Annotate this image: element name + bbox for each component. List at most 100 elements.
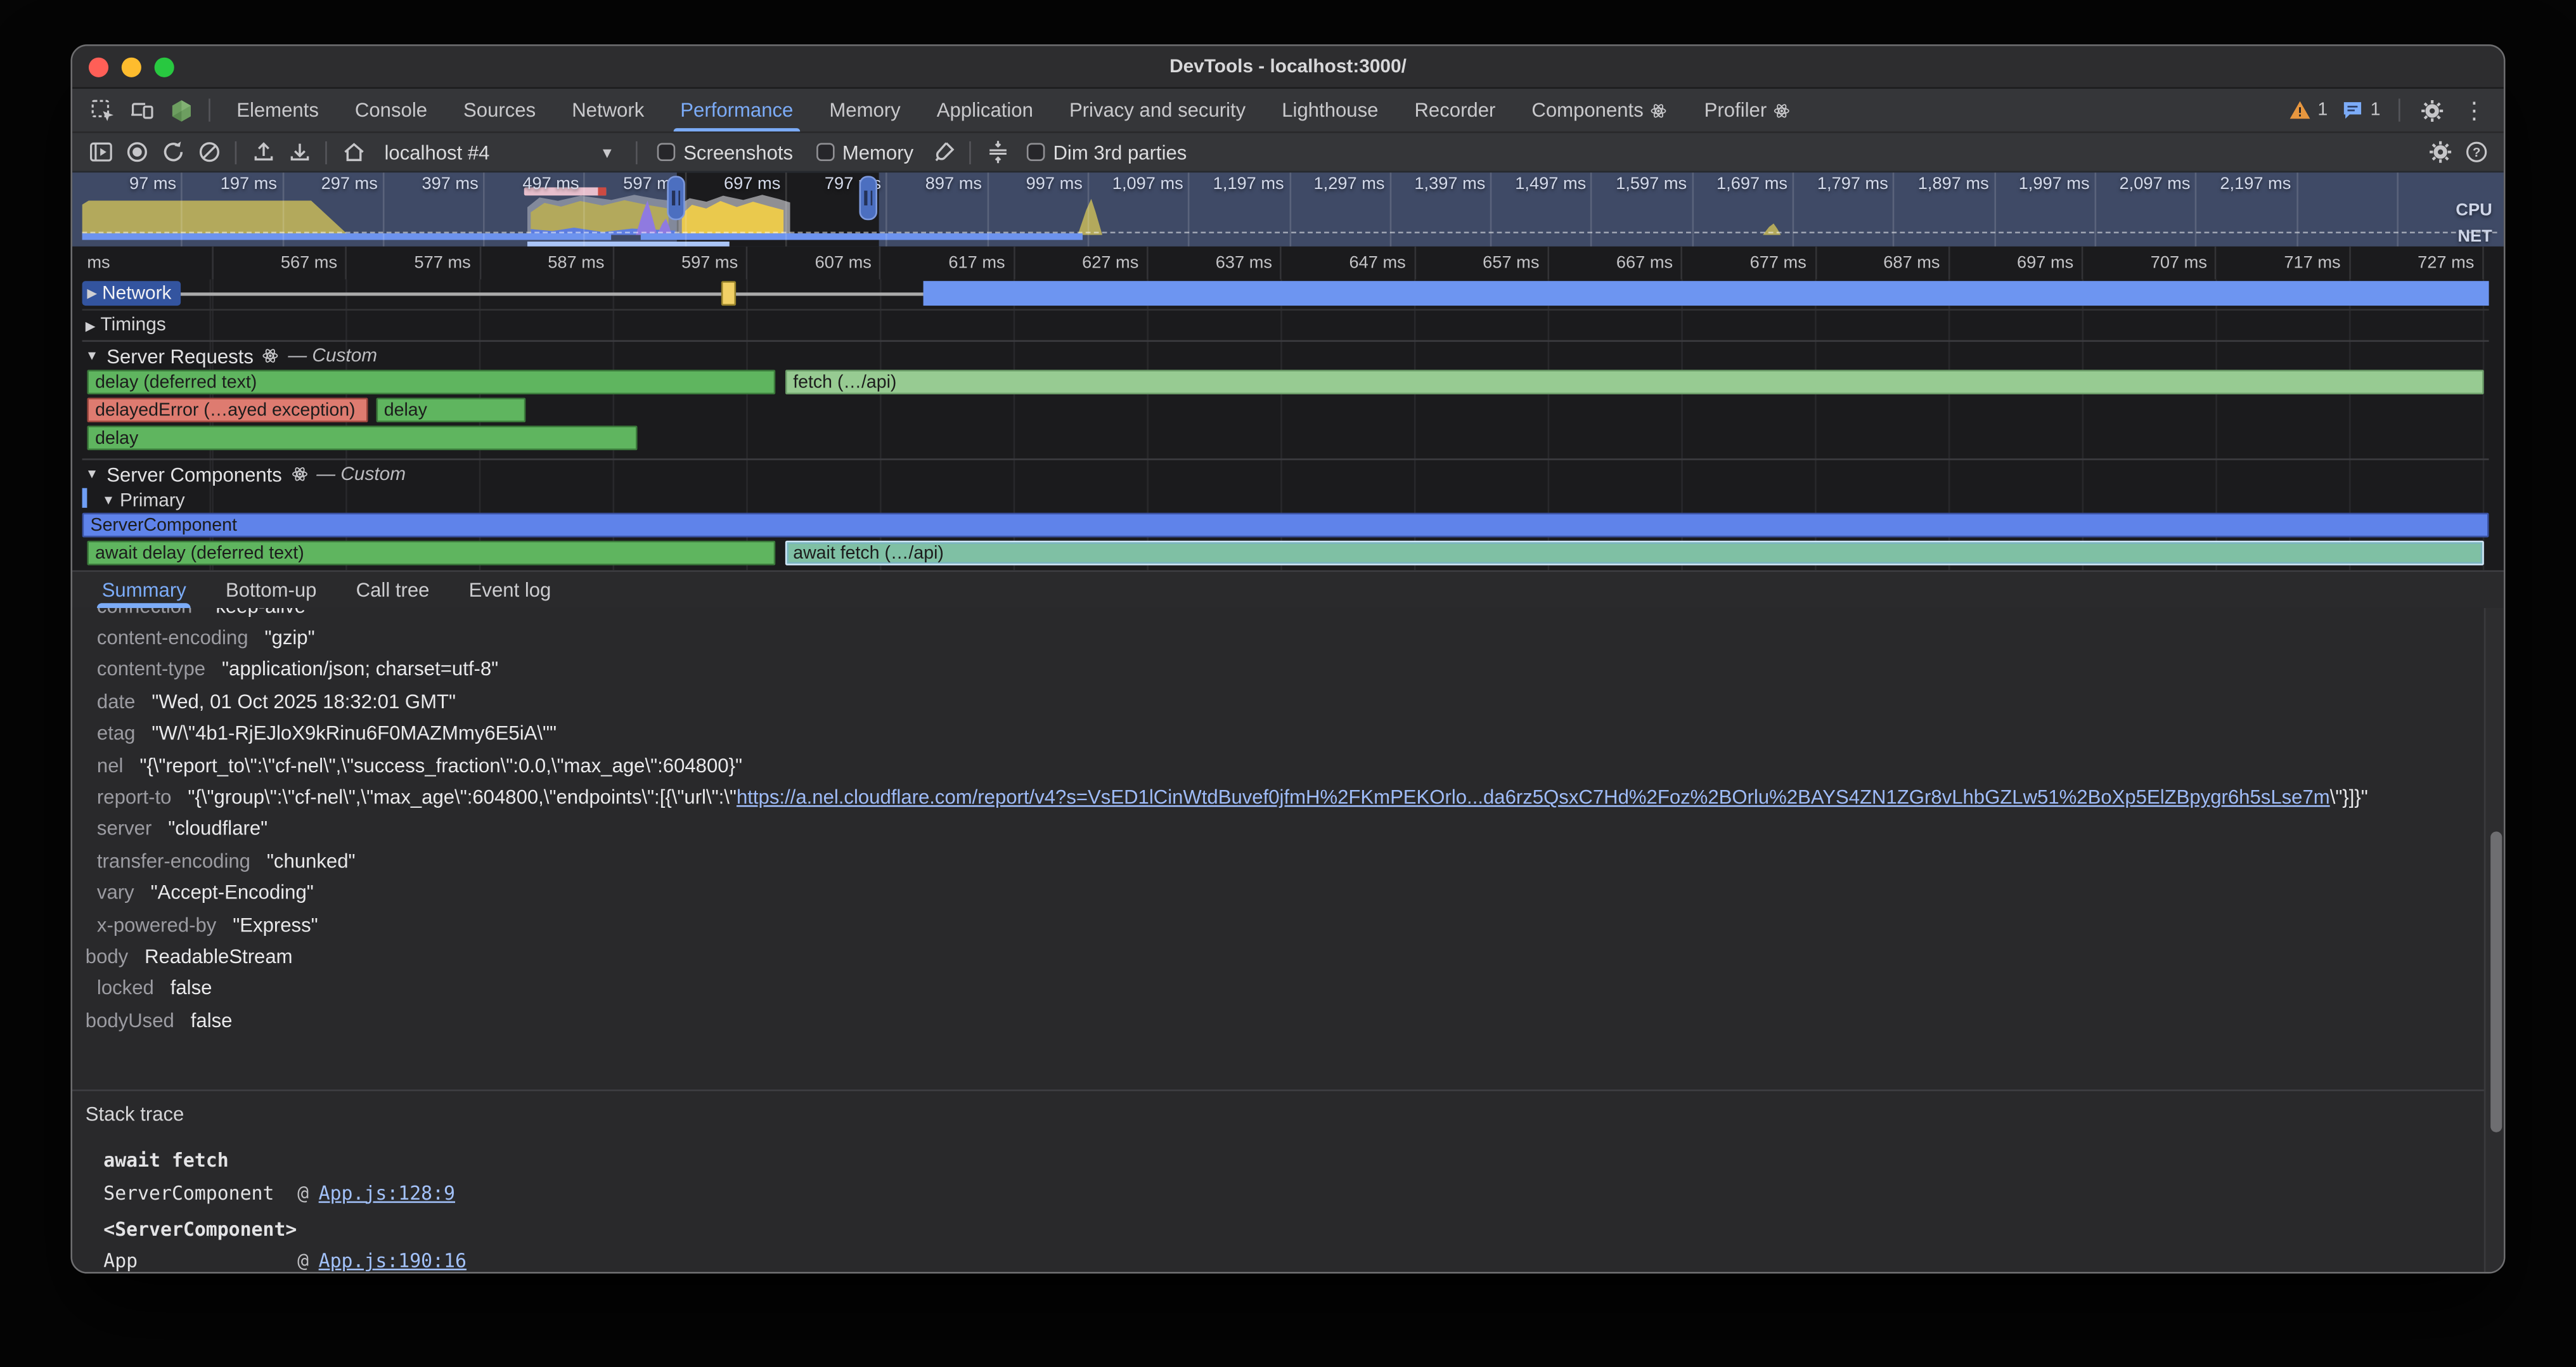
clear-icon[interactable] — [191, 136, 227, 169]
ruler-tick: 697 ms — [1950, 247, 2083, 280]
help-icon[interactable]: ? — [2457, 136, 2494, 169]
timeline-event-label: delay (deferred text) — [89, 372, 257, 392]
minimize-button[interactable] — [122, 56, 141, 76]
net-bar — [82, 233, 612, 240]
overview-tick-label: 197 ms — [221, 174, 277, 194]
property-key: locked — [97, 977, 154, 1000]
group-label: Primary — [120, 491, 185, 510]
tab-sources[interactable]: Sources — [446, 89, 554, 131]
upload-profile-icon[interactable] — [245, 136, 281, 169]
checkbox-box[interactable] — [1027, 143, 1045, 161]
tab-event-log[interactable]: Event log — [449, 572, 571, 608]
zoom-button[interactable] — [155, 56, 174, 76]
chevron-down-icon: ▼ — [86, 467, 99, 481]
device-toolbar-icon[interactable] — [122, 89, 161, 131]
timeline-event-delayederror-ayed-exception[interactable]: delayedError (…ayed exception) — [87, 398, 368, 422]
timeline-event-await-delay-deferred-text[interactable]: await delay (deferred text) — [87, 541, 775, 566]
network-request-queued-bar[interactable] — [721, 281, 736, 306]
toggle-sidebar-icon[interactable] — [82, 136, 119, 169]
tab-recorder[interactable]: Recorder — [1396, 89, 1514, 131]
timeline-event-servercomponent[interactable]: ServerComponent — [82, 513, 2489, 538]
stack-frame-location-link[interactable]: App.js:190:16 — [319, 1250, 467, 1273]
checkbox-box[interactable] — [816, 143, 834, 161]
timeline-event-delay[interactable]: delay — [87, 425, 638, 450]
detail-ruler: ms567 ms577 ms587 ms597 ms607 ms617 ms62… — [82, 247, 2489, 280]
tab-call-tree[interactable]: Call tree — [337, 572, 449, 608]
report-endpoint-link[interactable]: https://a.nel.cloudflare.com/report/v4?s… — [737, 786, 2330, 808]
selection-handle-right[interactable] — [860, 176, 878, 220]
more-options-kebab-icon[interactable]: ⋮ — [2454, 96, 2494, 124]
selection-handle-left[interactable] — [667, 176, 685, 220]
collect-garbage-brush-icon[interactable] — [925, 136, 961, 169]
download-profile-icon[interactable] — [281, 136, 317, 169]
tab-profiler[interactable]: Profiler — [1686, 89, 1809, 131]
ruler-tick-label: 697 ms — [2017, 253, 2073, 273]
home-icon[interactable] — [335, 136, 371, 169]
track-header-network[interactable]: ▶ Network — [82, 281, 181, 306]
screenshots-checkbox[interactable]: Screenshots — [657, 141, 793, 164]
timeline-event-label: await delay (deferred text) — [89, 543, 304, 563]
history-select[interactable]: localhost #4 ▼ — [375, 139, 624, 165]
property-value: "{\"report_to\":\"cf-nel\",\"success_fra… — [139, 754, 742, 777]
ruler-tick: 657 ms — [1415, 247, 1549, 280]
network-request-bar[interactable] — [924, 281, 2489, 306]
record-icon[interactable] — [119, 136, 155, 169]
property-key: connection — [97, 608, 192, 618]
property-key: nel — [97, 754, 124, 777]
timeline-event-await-fetch-api[interactable]: await fetch (…/api) — [785, 541, 2484, 566]
inspect-element-icon[interactable] — [82, 89, 122, 131]
summary-property-row: content-type"application/json; charset=u… — [97, 654, 2504, 685]
timings-track[interactable]: ▶ Timings — [82, 309, 2489, 340]
issues-count: 1 — [2371, 100, 2381, 120]
timeline-event-fetch-api[interactable]: fetch (…/api) — [785, 370, 2484, 394]
stack-frame: <ServerComponent> — [72, 1213, 2504, 1245]
tab-network[interactable]: Network — [554, 89, 662, 131]
track-header-server-requests[interactable]: ▼ Server Requests — Custom — [82, 340, 2489, 370]
timeline-event-delay[interactable]: delay — [376, 398, 525, 422]
tab-elements[interactable]: Elements — [219, 89, 337, 131]
overview-tick-label: 1,297 ms — [1314, 174, 1385, 194]
reload-record-icon[interactable] — [155, 136, 191, 169]
close-button[interactable] — [89, 56, 108, 76]
network-track[interactable]: ▶ Network — [82, 280, 2489, 309]
overview-tick-label: 1,797 ms — [1817, 174, 1888, 194]
node-icon[interactable] — [161, 89, 200, 131]
scrollbar-thumb[interactable] — [2490, 831, 2501, 1132]
tab-application[interactable]: Application — [918, 89, 1051, 131]
issues-message-icon[interactable] — [2338, 99, 2367, 122]
warning-icon[interactable] — [2285, 99, 2315, 122]
panel-settings-gear-icon[interactable] — [2421, 136, 2457, 169]
stack-frame-location-link[interactable]: App.js:128:9 — [319, 1181, 455, 1203]
memory-checkbox[interactable]: Memory — [816, 141, 913, 164]
server-components-lane: ServerComponent await delay (deferred tex… — [82, 513, 2489, 567]
divider — [235, 141, 237, 164]
ruler-tick-label: 567 ms — [281, 253, 337, 273]
tab-memory[interactable]: Memory — [811, 89, 918, 131]
tab-components[interactable]: Components — [1514, 89, 1686, 131]
performance-toolbar: localhost #4 ▼ Screenshots Memory Dim 3r… — [72, 131, 2504, 171]
tab-performance[interactable]: Performance — [662, 89, 811, 131]
server-components-group-row[interactable]: ▼ Primary — [82, 488, 2489, 513]
checkbox-box[interactable] — [657, 143, 676, 161]
overview-tick-label: 1,997 ms — [2019, 174, 2090, 194]
ruler-tick-label: 607 ms — [815, 253, 872, 273]
settings-gear-icon[interactable] — [2412, 98, 2451, 122]
timeline-overview[interactable]: 97 ms197 ms297 ms397 ms497 ms597 ms697 m… — [72, 171, 2504, 247]
dim-3rd-parties-checkbox[interactable]: Dim 3rd parties — [1027, 141, 1187, 164]
collapse-sections-icon[interactable] — [979, 136, 1015, 169]
track-header-server-components[interactable]: ▼ Server Components — Custom — [82, 458, 2489, 488]
tab-lighthouse[interactable]: Lighthouse — [1264, 89, 1396, 131]
property-value: "Wed, 01 Oct 2025 18:32:01 GMT" — [151, 690, 456, 713]
panel-tabs: ElementsConsoleSourcesNetworkPerformance… — [219, 89, 1810, 131]
overview-tick-label: 2,197 ms — [2220, 174, 2291, 194]
overview-tick-label: 1,097 ms — [1112, 174, 1183, 194]
tab-bar-right: 1 1 ⋮ — [2285, 89, 2504, 131]
property-value: ReadableStream — [145, 945, 292, 968]
scrollbar-track[interactable] — [2484, 608, 2504, 1274]
tab-bottom-up[interactable]: Bottom-up — [206, 572, 337, 608]
ruler-tick-label: 687 ms — [1883, 253, 1940, 273]
tab-summary[interactable]: Summary — [82, 572, 206, 608]
tab-console[interactable]: Console — [337, 89, 445, 131]
timeline-event-delay-deferred-text[interactable]: delay (deferred text) — [87, 370, 775, 394]
tab-privacy-and-security[interactable]: Privacy and security — [1051, 89, 1263, 131]
